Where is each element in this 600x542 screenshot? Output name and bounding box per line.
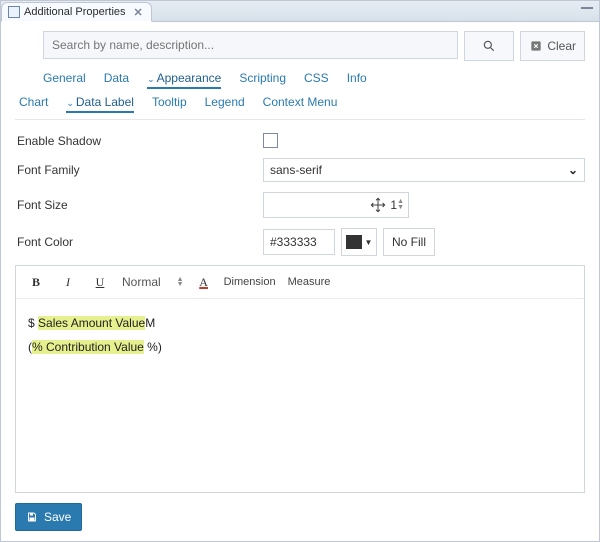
- subtab-chart[interactable]: Chart: [19, 95, 48, 113]
- underline-button[interactable]: U: [90, 272, 110, 292]
- save-button[interactable]: Save: [15, 503, 82, 531]
- bold-button[interactable]: B: [26, 272, 46, 292]
- search-icon: [482, 39, 496, 53]
- caret-sort-icon: ▲▼: [177, 277, 184, 287]
- subtab-context-menu[interactable]: Context Menu: [263, 95, 338, 113]
- token-contribution[interactable]: % Contribution Value: [32, 340, 144, 354]
- subtab-legend[interactable]: Legend: [205, 95, 245, 113]
- caret-down-icon: ⌄: [66, 98, 74, 108]
- titlebar: Additional Properties ✕: [1, 1, 599, 22]
- token-sales-amount[interactable]: Sales Amount Value: [38, 316, 145, 330]
- minimize-icon[interactable]: [581, 4, 593, 9]
- select-font-family[interactable]: sans-serif ⌄: [263, 158, 585, 182]
- chevron-down-icon: ⌄: [568, 163, 578, 177]
- format-select[interactable]: Normal ▲▼: [122, 275, 184, 289]
- row-enable-shadow: Enable Shadow: [15, 128, 585, 153]
- insert-dimension-button[interactable]: Dimension: [224, 276, 276, 288]
- save-icon: [26, 511, 38, 523]
- insert-measure-button[interactable]: Measure: [288, 276, 331, 288]
- editor-line-2: (% Contribution Value %): [28, 335, 572, 359]
- caret-down-icon: ⌄: [147, 74, 155, 84]
- select-font-family-value: sans-serif: [270, 163, 322, 177]
- divider: [15, 119, 585, 120]
- label-enable-shadow: Enable Shadow: [15, 134, 263, 148]
- color-swatch-button[interactable]: ▼: [341, 228, 377, 256]
- editor-line-1: $ Sales Amount ValueM: [28, 311, 572, 335]
- subtab-tooltip[interactable]: Tooltip: [152, 95, 187, 113]
- rich-text-editor: B I U Normal ▲▼ A Dimension Measure $ Sa…: [15, 265, 585, 493]
- input-font-size[interactable]: 1 ▲▼: [263, 192, 409, 218]
- no-fill-label: No Fill: [392, 235, 426, 249]
- footer: Save: [15, 493, 585, 531]
- editor-toolbar: B I U Normal ▲▼ A Dimension Measure: [16, 266, 584, 299]
- tab-css[interactable]: CSS: [304, 71, 329, 89]
- clear-button[interactable]: Clear: [520, 31, 585, 61]
- move-cursor-icon: [370, 197, 386, 213]
- clear-label: Clear: [547, 39, 576, 53]
- fontcolor-icon: A: [199, 275, 208, 290]
- tab-appearance[interactable]: ⌄Appearance: [147, 71, 221, 89]
- close-tab-icon[interactable]: ✕: [134, 6, 143, 19]
- checkbox-enable-shadow[interactable]: [263, 133, 278, 148]
- color-swatch: [346, 235, 362, 249]
- window-tab[interactable]: Additional Properties ✕: [1, 2, 152, 22]
- label-font-family: Font Family: [15, 163, 263, 177]
- content-area: Clear General Data ⌄Appearance Scripting…: [1, 21, 599, 541]
- tab-data[interactable]: Data: [104, 71, 129, 89]
- font-size-value: 1: [390, 198, 397, 212]
- subtab-data-label[interactable]: ⌄Data Label: [66, 95, 134, 113]
- font-color-hex-value: #333333: [270, 235, 317, 249]
- line1-prefix: $: [28, 316, 38, 330]
- line1-suffix: M: [145, 316, 155, 330]
- save-label: Save: [44, 510, 71, 524]
- app-icon: [8, 6, 20, 18]
- tab-scripting[interactable]: Scripting: [239, 71, 286, 89]
- clear-icon: [529, 39, 543, 53]
- tab-general[interactable]: General: [43, 71, 86, 89]
- row-font-family: Font Family sans-serif ⌄: [15, 153, 585, 187]
- input-font-color-hex[interactable]: #333333: [263, 229, 335, 255]
- editor-body[interactable]: $ Sales Amount ValueM (% Contribution Va…: [16, 299, 584, 492]
- label-font-color: Font Color: [15, 235, 263, 249]
- spinner-icon[interactable]: ▲▼: [397, 199, 404, 211]
- format-select-value: Normal: [122, 275, 161, 289]
- app-window: Additional Properties ✕ Clear: [0, 0, 600, 542]
- fontcolor-button[interactable]: A: [196, 275, 212, 290]
- tab-info[interactable]: Info: [347, 71, 367, 89]
- search-input[interactable]: [43, 31, 458, 59]
- row-font-size: Font Size 1 ▲: [15, 187, 585, 223]
- sub-tabrow: Chart ⌄Data Label Tooltip Legend Context…: [15, 93, 585, 117]
- window-title: Additional Properties: [24, 6, 126, 18]
- search-row: Clear: [43, 31, 585, 61]
- no-fill-button[interactable]: No Fill: [383, 228, 435, 256]
- search-button[interactable]: [464, 31, 514, 61]
- line2-suffix: %): [144, 340, 162, 354]
- row-font-color: Font Color #333333 ▼ No Fill: [15, 223, 585, 261]
- main-tabrow: General Data ⌄Appearance Scripting CSS I…: [15, 69, 585, 93]
- italic-button[interactable]: I: [58, 272, 78, 292]
- label-font-size: Font Size: [15, 198, 263, 212]
- caret-down-icon: ▼: [365, 238, 373, 247]
